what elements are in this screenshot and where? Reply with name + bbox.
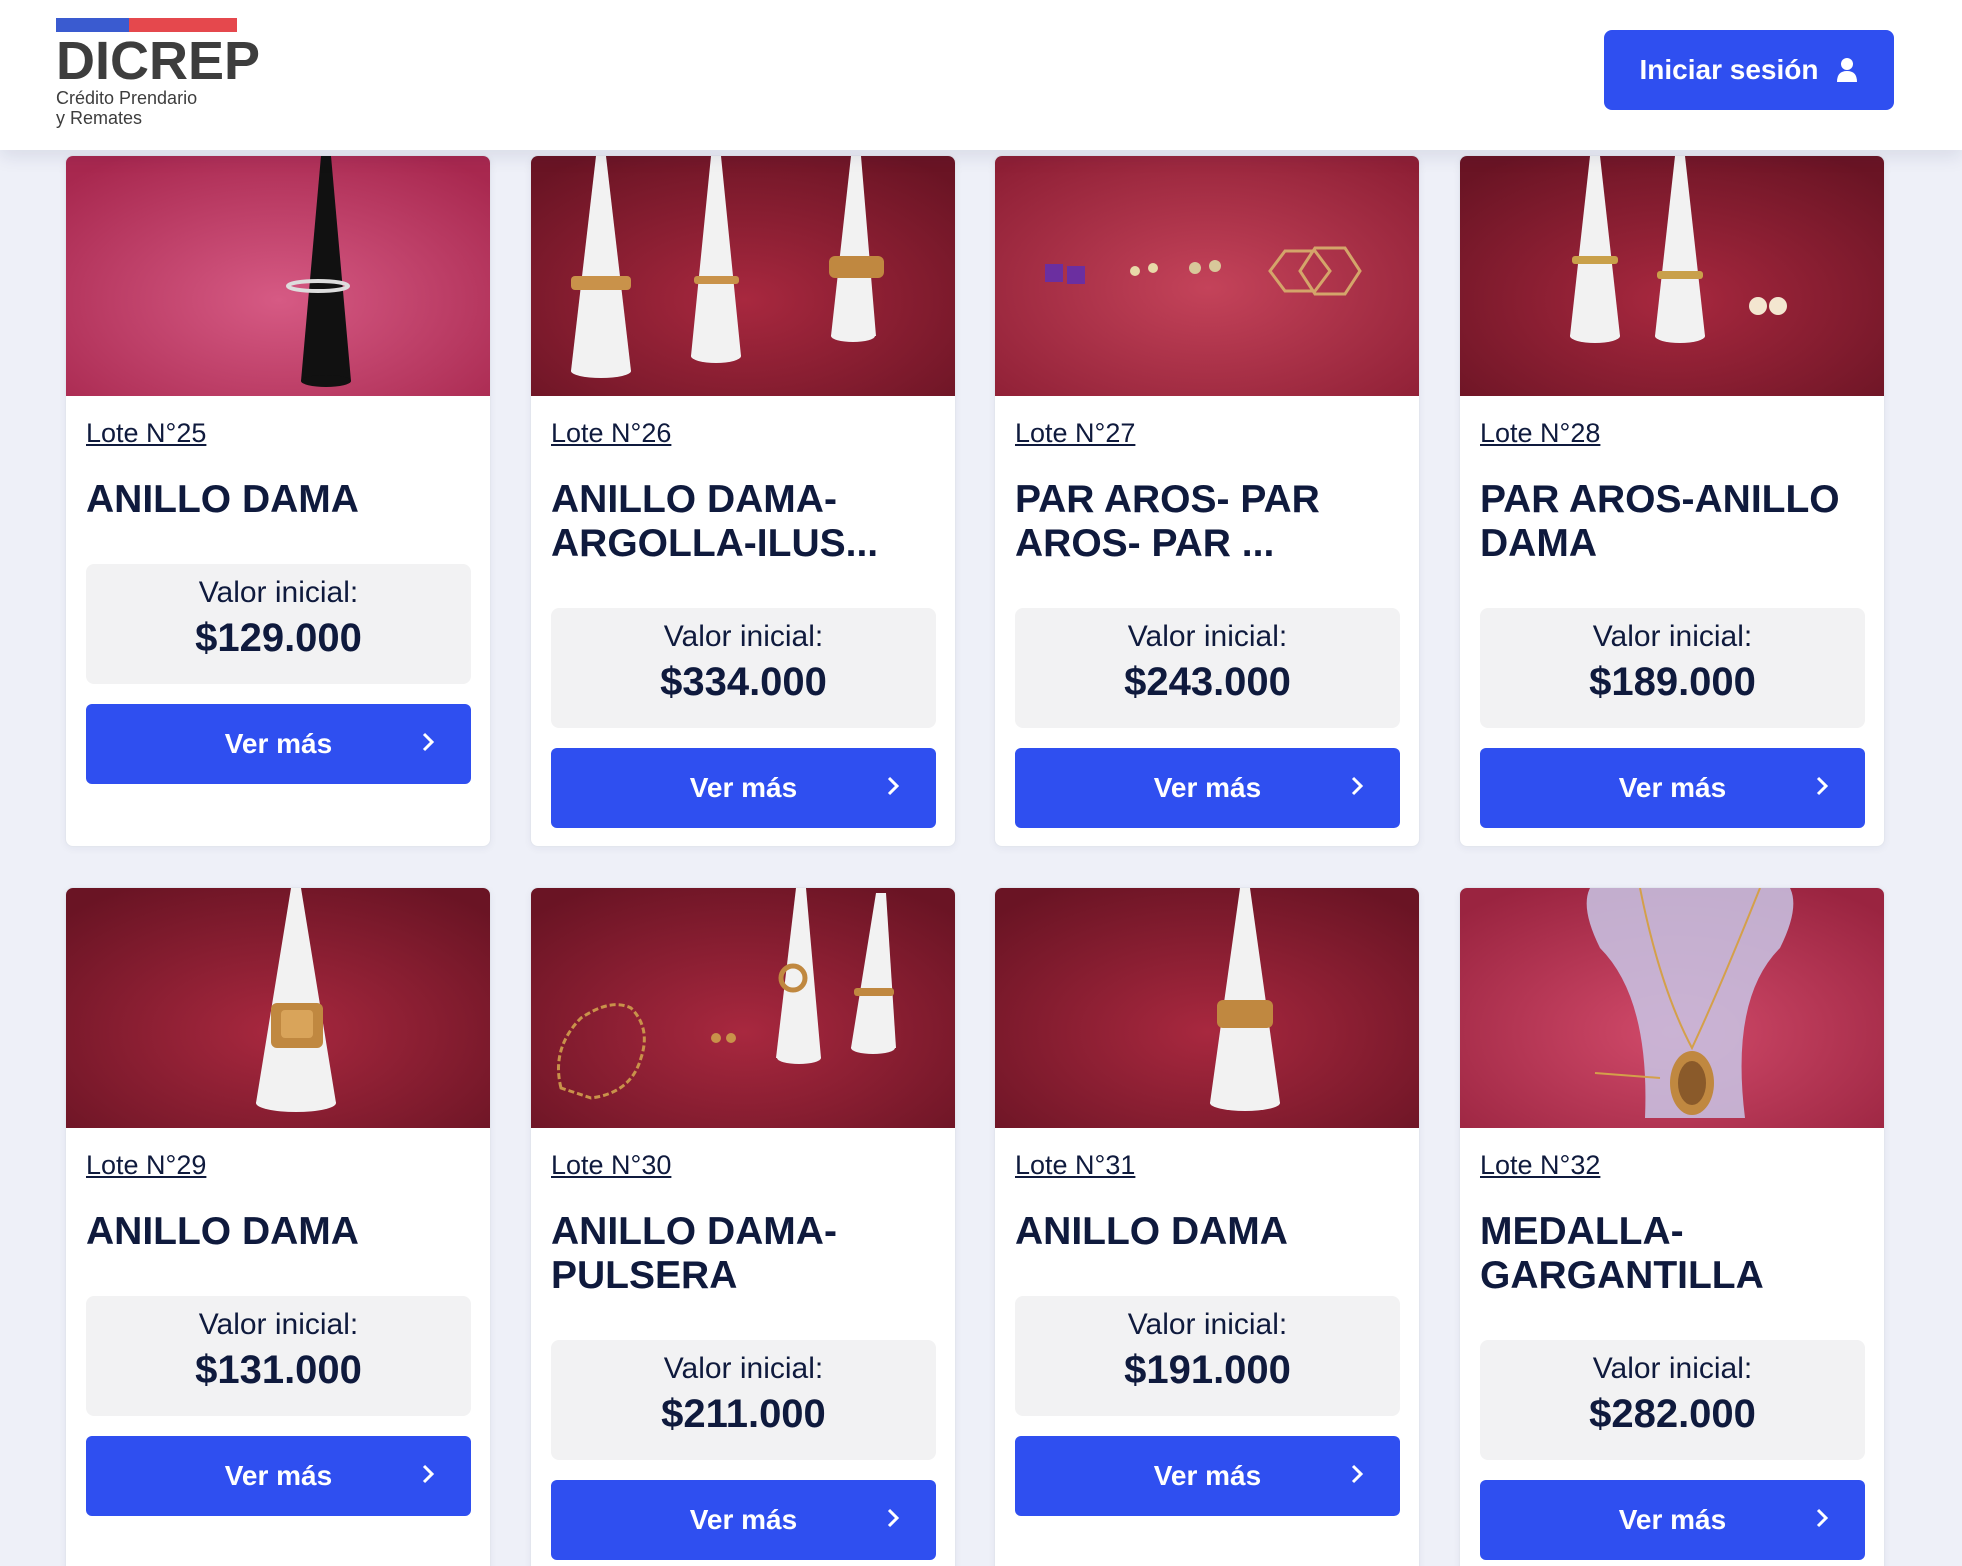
initial-value-price: $282.000	[1589, 1392, 1756, 1436]
lot-title: MEDALLA-GARGANTILLA	[1480, 1210, 1764, 1297]
initial-value-label: Valor inicial:	[1127, 620, 1288, 653]
chevron-right-icon	[422, 732, 435, 752]
chevron-right-icon	[887, 776, 900, 796]
lot-photo[interactable]	[531, 156, 955, 396]
initial-value-label: Valor inicial:	[663, 620, 824, 653]
see-more-button[interactable]: Ver más	[551, 748, 936, 828]
login-label: Iniciar sesión	[1639, 54, 1819, 85]
logo-wordmark: DICREP	[56, 31, 261, 91]
lot-title: PAR AROS- PAR AROS- PAR ...	[1015, 478, 1320, 565]
lot-card: Lote N°30 ANILLO DAMA-PULSERA Valor inic…	[530, 887, 956, 1566]
initial-value-label: Valor inicial:	[1592, 620, 1753, 653]
chevron-right-icon	[1351, 1464, 1364, 1484]
lot-card: Lote N°26 ANILLO DAMA-ARGOLLA-ILUS... Va…	[530, 155, 956, 847]
lot-photo[interactable]	[66, 156, 490, 396]
initial-value-box: Valor inicial: $334.000	[551, 608, 936, 728]
lot-photo[interactable]	[995, 156, 1419, 396]
lot-title: ANILLO DAMA	[1015, 1210, 1288, 1253]
dicrep-logo[interactable]: DICREP Crédito Prendario y Remates	[56, 18, 260, 130]
initial-value-box: Valor inicial: $211.000	[551, 1340, 936, 1460]
lot-card: Lote N°27 PAR AROS- PAR AROS- PAR ... Va…	[994, 155, 1420, 847]
lot-number-link[interactable]: Lote N°25	[86, 418, 206, 449]
lot-number-link[interactable]: Lote N°30	[551, 1150, 671, 1181]
see-more-label: Ver más	[224, 1460, 333, 1491]
lot-number-link[interactable]: Lote N°28	[1480, 418, 1600, 449]
initial-value-label: Valor inicial:	[1592, 1352, 1753, 1385]
chevron-right-icon	[422, 1464, 435, 1484]
lot-title: PAR AROS-ANILLO DAMA	[1480, 478, 1840, 565]
lot-photo[interactable]	[1460, 888, 1884, 1128]
lot-title: ANILLO DAMA	[86, 1210, 359, 1253]
initial-value-box: Valor inicial: $189.000	[1480, 608, 1865, 728]
chevron-right-icon	[887, 1508, 900, 1528]
initial-value-label: Valor inicial:	[663, 1352, 824, 1385]
see-more-label: Ver más	[1618, 1504, 1727, 1535]
lot-number-link[interactable]: Lote N°29	[86, 1150, 206, 1181]
see-more-label: Ver más	[689, 772, 798, 803]
lot-card: Lote N°29 ANILLO DAMA Valor inicial: $13…	[65, 887, 491, 1566]
see-more-label: Ver más	[689, 1504, 798, 1535]
see-more-button[interactable]: Ver más	[1015, 1436, 1400, 1516]
see-more-label: Ver más	[1153, 1460, 1262, 1491]
see-more-button[interactable]: Ver más	[1015, 748, 1400, 828]
see-more-button[interactable]: Ver más	[551, 1480, 936, 1560]
see-more-label: Ver más	[1618, 772, 1727, 803]
initial-value-label: Valor inicial:	[198, 1308, 359, 1341]
lot-photo[interactable]	[1460, 156, 1884, 396]
initial-value-box: Valor inicial: $243.000	[1015, 608, 1400, 728]
initial-value-price: $131.000	[195, 1348, 362, 1392]
lot-number-link[interactable]: Lote N°32	[1480, 1150, 1600, 1181]
initial-value-box: Valor inicial: $282.000	[1480, 1340, 1865, 1460]
lot-card: Lote N°31 ANILLO DAMA Valor inicial: $19…	[994, 887, 1420, 1566]
lot-photo[interactable]	[531, 888, 955, 1128]
lot-title: ANILLO DAMA-ARGOLLA-ILUS...	[551, 478, 879, 565]
logo-subtitle-line2: y Remates	[56, 108, 143, 128]
lot-title: ANILLO DAMA-PULSERA	[551, 1210, 837, 1297]
lot-photo[interactable]	[66, 888, 490, 1128]
see-more-button[interactable]: Ver más	[1480, 1480, 1865, 1560]
initial-value-box: Valor inicial: $131.000	[86, 1296, 471, 1416]
initial-value-price: $191.000	[1124, 1348, 1291, 1392]
see-more-label: Ver más	[1153, 772, 1262, 803]
lot-title: ANILLO DAMA	[86, 478, 359, 521]
user-icon	[1837, 58, 1858, 82]
see-more-button[interactable]: Ver más	[86, 704, 471, 784]
initial-value-price: $243.000	[1124, 660, 1291, 704]
see-more-label: Ver más	[224, 728, 333, 759]
initial-value-box: Valor inicial: $191.000	[1015, 1296, 1400, 1416]
initial-value-price: $189.000	[1589, 660, 1756, 704]
lot-photo[interactable]	[995, 888, 1419, 1128]
lot-card: Lote N°28 PAR AROS-ANILLO DAMA Valor ini…	[1459, 155, 1885, 847]
initial-value-label: Valor inicial:	[1127, 1308, 1288, 1341]
lot-card: Lote N°32 MEDALLA-GARGANTILLA Valor inic…	[1459, 887, 1885, 1566]
initial-value-label: Valor inicial:	[198, 576, 359, 609]
lot-number-link[interactable]: Lote N°27	[1015, 418, 1135, 449]
lots-grid: Lote N°25 ANILLO DAMA Valor inicial: $12…	[0, 0, 1962, 1566]
lot-number-link[interactable]: Lote N°26	[551, 418, 671, 449]
see-more-button[interactable]: Ver más	[1480, 748, 1865, 828]
chevron-right-icon	[1351, 776, 1364, 796]
chevron-right-icon	[1816, 776, 1829, 796]
chevron-right-icon	[1816, 1508, 1829, 1528]
initial-value-box: Valor inicial: $129.000	[86, 564, 471, 684]
logo-subtitle: Crédito Prendario y Remates	[56, 88, 256, 128]
login-button[interactable]: Iniciar sesión	[1604, 30, 1894, 110]
lot-number-link[interactable]: Lote N°31	[1015, 1150, 1135, 1181]
lot-card: Lote N°25 ANILLO DAMA Valor inicial: $12…	[65, 155, 491, 847]
initial-value-price: $129.000	[195, 616, 362, 660]
initial-value-price: $334.000	[660, 660, 827, 704]
logo-subtitle-line1: Crédito Prendario	[56, 88, 198, 108]
initial-value-price: $211.000	[661, 1392, 826, 1436]
site-header: DICREP Crédito Prendario y Remates Inici…	[0, 0, 1962, 150]
see-more-button[interactable]: Ver más	[86, 1436, 471, 1516]
